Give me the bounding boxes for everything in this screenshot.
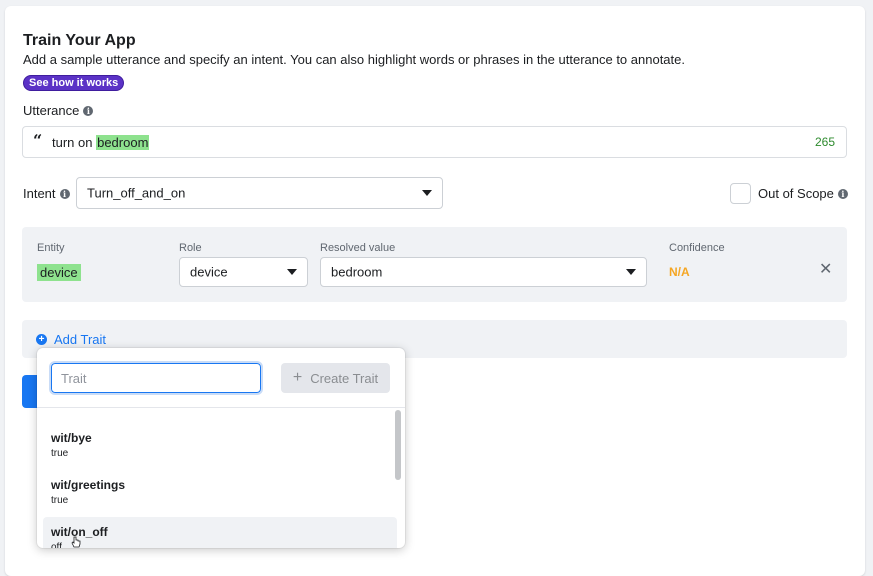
info-icon[interactable]: i	[837, 188, 848, 199]
out-of-scope-label: Out of Scope i	[758, 186, 848, 201]
role-column-label: Role	[179, 242, 202, 254]
trait-search-input[interactable]	[49, 361, 263, 395]
trait-option[interactable]: wit/bye true	[43, 423, 397, 467]
plus-circle-icon: +	[36, 334, 47, 345]
resolved-column-label: Resolved value	[320, 242, 396, 254]
scrollbar[interactable]	[395, 410, 401, 480]
trait-dropdown: + Create Trait wit/bye true wit/greeting…	[37, 348, 405, 548]
create-trait-button[interactable]: + Create Trait	[281, 363, 390, 393]
add-trait-button[interactable]: + Add Trait	[36, 332, 106, 347]
entity-tag[interactable]: device	[37, 264, 81, 281]
chevron-down-icon	[422, 190, 432, 196]
entity-column-label: Entity	[37, 242, 65, 254]
trait-option[interactable]: wit/on_off off	[43, 517, 397, 548]
role-select[interactable]: device	[179, 257, 308, 287]
close-icon[interactable]: ✕	[819, 262, 832, 278]
utterance-field[interactable]: “ turn on bedroom 265	[22, 126, 847, 158]
validate-button[interactable]	[22, 375, 38, 408]
page-subtitle: Add a sample utterance and specify an in…	[23, 52, 685, 67]
hand-cursor-icon	[71, 536, 81, 548]
intent-select[interactable]: Turn_off_and_on	[76, 177, 443, 209]
info-icon[interactable]: i	[83, 105, 94, 116]
confidence-value: N/A	[669, 265, 690, 279]
character-count: 265	[814, 135, 835, 149]
quote-icon: “	[33, 131, 43, 150]
plus-icon: +	[292, 369, 303, 386]
trait-option[interactable]: wit/greetings true	[43, 470, 397, 514]
see-how-it-works-button[interactable]: See how it works	[23, 75, 125, 91]
info-icon[interactable]: i	[59, 188, 70, 199]
chevron-down-icon	[626, 269, 636, 275]
out-of-scope-checkbox[interactable]	[730, 183, 751, 204]
divider	[37, 407, 405, 408]
utterance-highlight[interactable]: bedroom	[96, 135, 150, 150]
entity-row: Entity Role Resolved value Confidence de…	[22, 227, 847, 302]
confidence-column-label: Confidence	[669, 242, 725, 254]
page-title: Train Your App	[23, 32, 136, 49]
intent-label: Intent i	[23, 186, 70, 201]
utterance-text[interactable]: turn on bedroom	[52, 135, 150, 150]
resolved-value-select[interactable]: bedroom	[320, 257, 647, 287]
chevron-down-icon	[287, 269, 297, 275]
utterance-label: Utterance i	[23, 103, 94, 118]
